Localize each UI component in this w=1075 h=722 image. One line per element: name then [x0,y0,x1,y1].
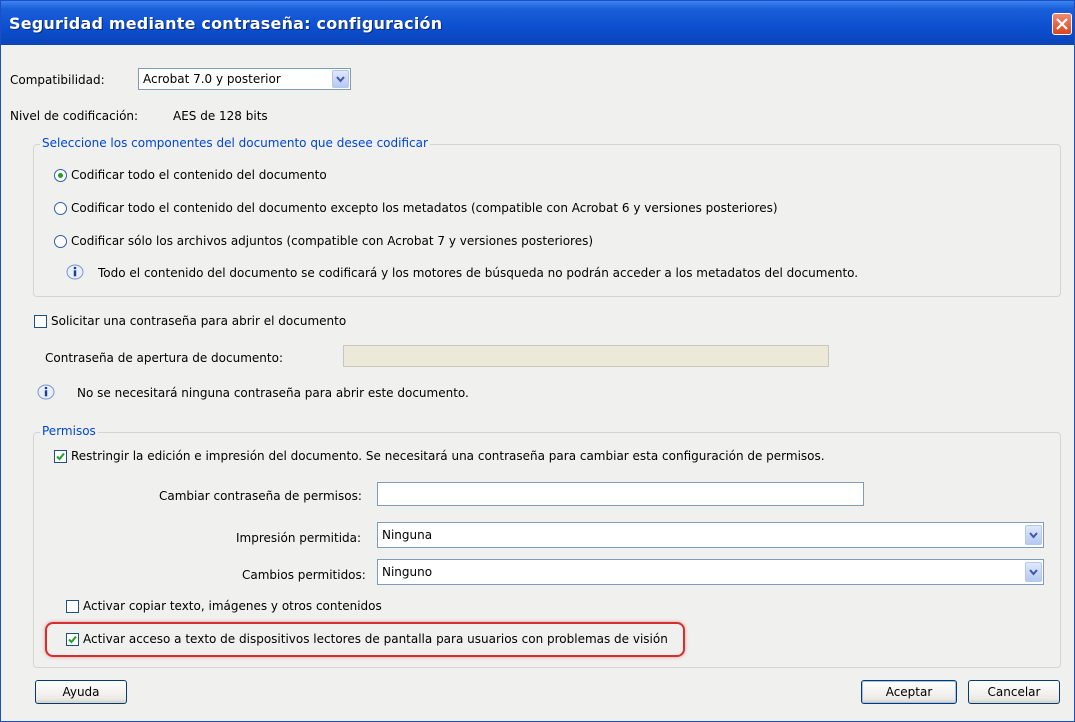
title-bar[interactable]: Seguridad mediante contraseña: configura… [1,1,1074,45]
compat-dropdown-button[interactable] [332,70,349,88]
restrict-editing-label[interactable]: Restringir la edición e impresión del do… [71,449,825,463]
password-security-dialog: Seguridad mediante contraseña: configura… [0,0,1075,722]
radio-encrypt-attachments[interactable] [54,235,67,248]
change-permissions-password-label: Cambiar contraseña de permisos: [159,489,362,503]
info-icon [66,264,84,280]
chevron-down-icon [336,76,345,83]
enable-copy-label[interactable]: Activar copiar texto, imágenes y otros c… [83,599,382,613]
cancel-button[interactable]: Cancelar [968,680,1060,704]
ok-button[interactable]: Aceptar [861,680,957,704]
permissions-group-title: Permisos [40,424,98,438]
open-password-info-text: No se necesitará ninguna contraseña para… [77,386,469,400]
enable-screenreader-label[interactable]: Activar acceso a texto de dispositivos l… [83,632,668,646]
changes-allowed-select[interactable]: Ninguno [377,559,1044,585]
info-icon [37,384,55,400]
restrict-editing-checkbox[interactable] [54,450,67,463]
chevron-down-icon [1029,532,1038,539]
dialog-title: Seguridad mediante contraseña: configura… [9,14,443,33]
encryption-level-label: Nivel de codificación: [10,109,139,123]
components-info-text: Todo el contenido del documento se codif… [98,266,859,280]
enable-screenreader-checkbox[interactable] [66,633,79,646]
changes-dropdown-button[interactable] [1025,562,1042,582]
require-open-password-checkbox[interactable] [34,315,47,328]
open-password-input[interactable] [343,345,829,367]
radio-encrypt-attachments-label[interactable]: Codificar sólo los archivos adjuntos (co… [71,234,593,248]
checkmark-icon [68,635,77,644]
compat-select[interactable]: Acrobat 7.0 y posterior [138,68,351,90]
compat-label: Compatibilidad: [10,73,105,87]
radio-encrypt-except-metadata[interactable] [54,202,67,215]
printing-allowed-label: Impresión permitida: [236,531,362,545]
open-password-field-label: Contraseña de apertura de documento: [45,351,283,365]
close-button[interactable] [1052,13,1072,35]
chevron-down-icon [1029,569,1038,576]
close-icon [1056,18,1068,30]
printing-allowed-value: Ninguna [382,528,433,542]
checkmark-icon [56,452,65,461]
enable-copy-checkbox[interactable] [66,600,79,613]
change-permissions-password-input[interactable] [377,482,864,506]
radio-encrypt-except-metadata-label[interactable]: Codificar todo el contenido del document… [71,201,778,215]
changes-allowed-value: Ninguno [382,565,433,579]
radio-encrypt-all-label[interactable]: Codificar todo el contenido del document… [71,168,327,182]
printing-allowed-select[interactable]: Ninguna [377,522,1044,548]
changes-allowed-label: Cambios permitidos: [242,568,366,582]
radio-selected-dot [58,173,63,178]
help-button[interactable]: Ayuda [35,680,127,704]
components-group-title: Seleccione los componentes del documento… [40,136,430,150]
require-open-password-label[interactable]: Solicitar una contraseña para abrir el d… [51,314,346,328]
radio-encrypt-all[interactable] [54,169,67,182]
printing-dropdown-button[interactable] [1025,525,1042,545]
encryption-level-value: AES de 128 bits [173,109,268,123]
compat-value: Acrobat 7.0 y posterior [143,72,281,86]
